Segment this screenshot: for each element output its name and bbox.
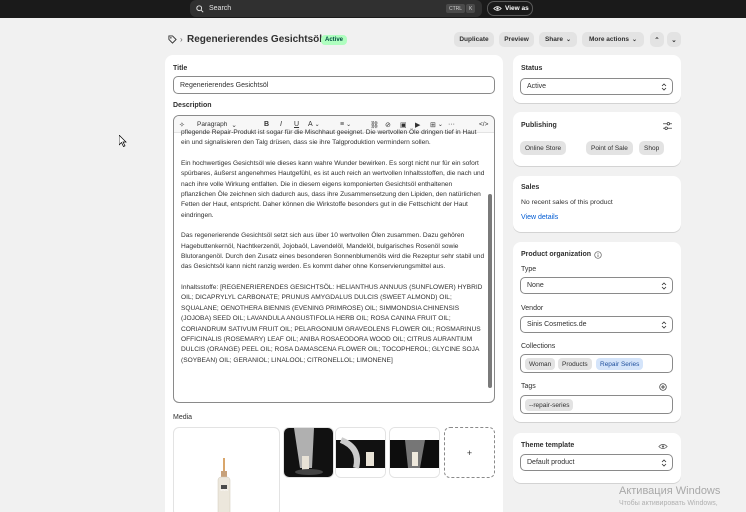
publishing-label: Publishing: [521, 122, 557, 129]
chevron-down-icon: ⌄: [346, 122, 352, 128]
type-select[interactable]: None: [520, 277, 673, 294]
description-paragraph: Inhaltsstoffe: [REGENERIERENDES GESICHTS…: [181, 283, 483, 364]
windows-activation-subtext: Чтобы активировать Windows,: [619, 500, 718, 507]
product-organization-label: Product organization: [521, 251, 591, 258]
collections-label: Collections: [521, 343, 556, 350]
share-label: Share: [544, 36, 564, 43]
info-icon[interactable]: [594, 251, 602, 259]
theme-template-value: Default product: [527, 459, 575, 466]
collection-chip[interactable]: Woman: [525, 358, 556, 370]
breadcrumb-separator: ›: [180, 35, 183, 44]
plus-icon: +: [466, 447, 473, 458]
chevron-down-icon: ⌄: [314, 122, 320, 128]
select-arrows-icon: [661, 83, 667, 91]
status-label: Status: [521, 65, 543, 72]
select-arrows-icon: [661, 459, 667, 467]
theme-template-select[interactable]: Default product: [520, 454, 673, 471]
media-thumbnail[interactable]: [283, 427, 334, 478]
chevron-down-icon: ⌄: [632, 37, 638, 43]
tag-chip[interactable]: --repair-series: [525, 399, 574, 411]
type-label: Type: [521, 266, 537, 273]
description-label: Description: [173, 102, 212, 109]
chevron-up-icon: ⌃: [654, 36, 660, 44]
add-media-button[interactable]: +: [444, 427, 495, 478]
view-details-link[interactable]: View details: [521, 214, 558, 221]
description-paragraph: Ein hochwertiges Gesichtsöl wie dieses k…: [181, 159, 485, 219]
tag-icon[interactable]: [168, 35, 177, 44]
media-main-image[interactable]: SINIS: [173, 427, 280, 512]
paragraph-format-label: Paragraph: [197, 121, 228, 128]
preview-button[interactable]: Preview: [499, 32, 534, 47]
publishing-card: [513, 112, 681, 166]
theme-template-label: Theme template: [521, 442, 575, 449]
select-arrows-icon: [661, 282, 667, 290]
media-thumbnail[interactable]: [335, 427, 386, 478]
kbd-ctrl: CTRL: [446, 4, 466, 13]
duplicate-label: Duplicate: [459, 36, 489, 43]
view-as-label: View as: [505, 5, 529, 12]
description-paragraph: pflegende Repair-Produkt ist sogar für d…: [181, 129, 477, 147]
media-label: Media: [173, 414, 193, 421]
top-bar: Search CTRL K View as: [0, 0, 746, 18]
search-bar[interactable]: Search CTRL K: [190, 0, 482, 17]
sales-label: Sales: [521, 184, 540, 191]
duplicate-button[interactable]: Duplicate: [454, 32, 494, 47]
status-select-value: Active: [527, 83, 547, 90]
thumbnail-image-3: [390, 428, 439, 477]
preview-label: Preview: [504, 36, 529, 43]
mouse-cursor-icon: [119, 135, 127, 147]
text-color-label: A: [308, 121, 313, 128]
eye-icon: [493, 6, 502, 11]
channel-online-store: Online Store: [520, 141, 567, 155]
type-select-value: None: [527, 282, 544, 289]
windows-activation-watermark: Активация Windows: [619, 485, 721, 497]
vendor-label: Vendor: [521, 305, 544, 312]
media-thumbnail[interactable]: [389, 427, 440, 478]
vendor-select-value: Sinis Cosmetics.de: [527, 321, 587, 328]
status-badge: Active: [321, 35, 348, 45]
select-arrows-icon: [661, 321, 667, 329]
kbd-k: K: [466, 4, 476, 13]
align-left-icon: ≡: [340, 121, 345, 128]
page-title: Regenerierendes Gesichtsöl: [187, 34, 323, 45]
view-as-button[interactable]: View as: [487, 1, 533, 16]
title-label: Title: [173, 65, 188, 72]
search-icon: [196, 4, 204, 13]
eye-icon[interactable]: [658, 443, 668, 450]
description-editor[interactable]: ✧ Paragraph ⌄ B I U A ⌄ ≡ ⌄ ⛓ ⊘ ▣ ▶ ⊞ ⌄ ··· …: [173, 115, 495, 403]
chevron-down-icon: ⌄: [671, 36, 677, 44]
more-actions-label: More actions: [588, 36, 630, 43]
status-select[interactable]: Active: [520, 78, 673, 95]
chevron-down-icon: ⌄: [437, 122, 443, 128]
vendor-select[interactable]: Sinis Cosmetics.de: [520, 316, 673, 333]
tags-label: Tags: [521, 383, 536, 390]
search-placeholder: Search: [209, 5, 232, 12]
next-product-button[interactable]: ⌄: [667, 32, 681, 47]
sales-empty-text: No recent sales of this product: [521, 199, 613, 206]
description-text[interactable]: pflegende Repair-Produkt ist sogar für d…: [181, 128, 486, 400]
channel-point-of-sale: Point of Sale: [586, 141, 633, 155]
editor-scrollbar[interactable]: [488, 194, 492, 388]
chevron-down-icon: ⌄: [566, 37, 572, 43]
media-logo-text: SINIS: [220, 488, 228, 492]
more-actions-button[interactable]: More actions ⌄: [582, 32, 644, 47]
product-bottle-image: [217, 458, 231, 512]
channel-shop: Shop: [639, 141, 665, 155]
collection-chip-selected[interactable]: Repair Series: [596, 358, 644, 370]
thumbnail-image-2: [336, 428, 385, 477]
previous-product-button[interactable]: ⌃: [650, 32, 664, 47]
collection-chip[interactable]: Products: [558, 358, 592, 370]
title-input-value: Regenerierendes Gesichtsöl: [180, 81, 269, 89]
title-input[interactable]: Regenerierendes Gesichtsöl: [173, 76, 495, 94]
page-header: › Regenerierendes Gesichtsöl Active Dupl…: [168, 32, 682, 48]
description-paragraph: Das regenerierende Gesichtsöl setzt sich…: [181, 232, 485, 271]
thumbnail-image-1: [284, 428, 333, 477]
share-button[interactable]: Share ⌄: [539, 32, 577, 47]
settings-sliders-icon[interactable]: [663, 122, 672, 130]
add-tag-icon[interactable]: [659, 383, 667, 391]
